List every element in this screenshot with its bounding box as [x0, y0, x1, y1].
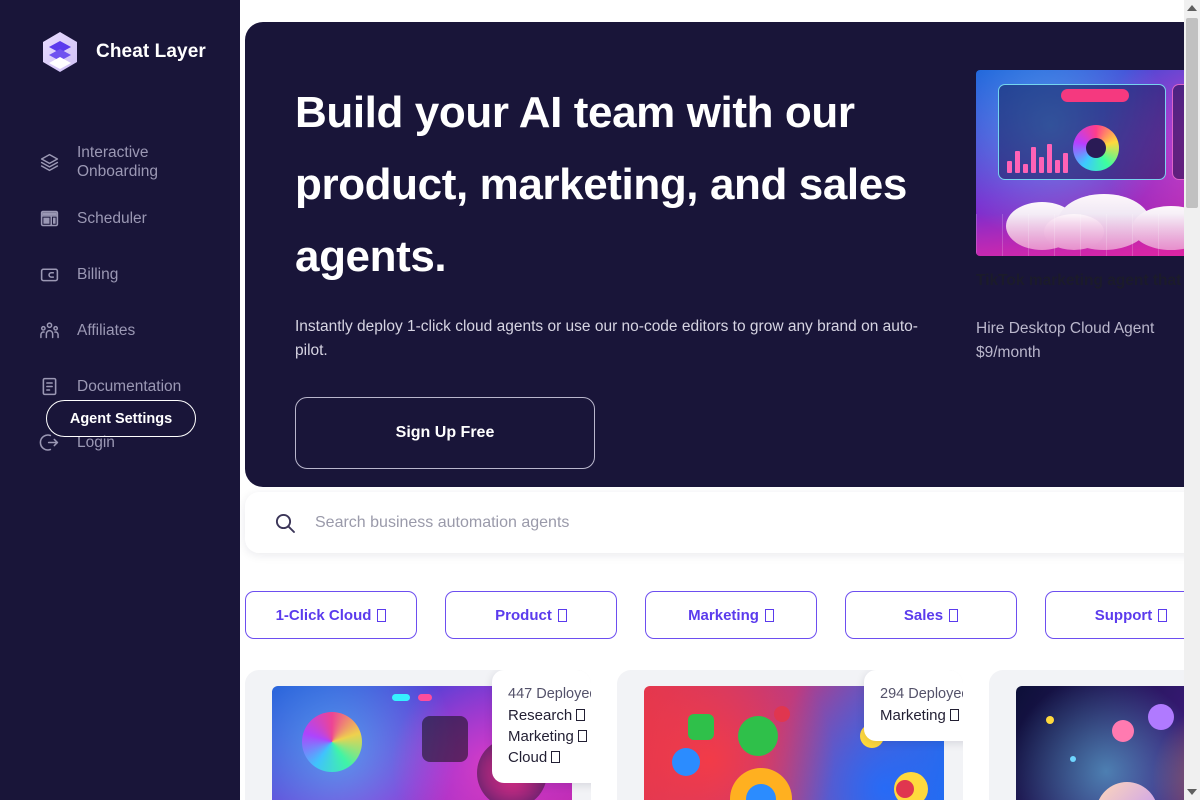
deployed-count: 447 Deployed [508, 686, 591, 702]
promo-badge-graphic [1061, 89, 1129, 102]
chip-label: 1-Click Cloud [275, 606, 372, 624]
deployed-count: 294 Deployed [880, 686, 963, 702]
promo-bar-chart-graphic [1007, 143, 1068, 173]
users-group-icon [38, 319, 60, 341]
sidebar: Cheat Layer Interactive Onboarding Sched… [0, 0, 240, 800]
scroll-down-arrow-icon[interactable] [1184, 784, 1200, 800]
filter-chip-1-click-cloud[interactable]: 1-Click Cloud [245, 591, 417, 639]
agent-card-tag-panel: 294 Deployed Marketing [864, 670, 963, 741]
missing-glyph-icon [1158, 608, 1168, 622]
filter-chip-row: 1-Click Cloud Product Marketing Sales Su… [245, 591, 1200, 639]
hero-subtitle: Instantly deploy 1-click cloud agents or… [295, 318, 918, 359]
agent-settings-button[interactable]: Agent Settings [46, 400, 196, 437]
agent-tag: Cloud [508, 747, 591, 768]
agent-tag: Marketing [880, 705, 963, 726]
agent-card-grid: 447 Deployed Research Marketing Cloud 29… [245, 670, 1200, 800]
filter-chip-sales[interactable]: Sales [845, 591, 1017, 639]
filter-chip-product[interactable]: Product [445, 591, 617, 639]
promo-hire-line: Hire Desktop Cloud Agent [976, 320, 1155, 337]
agent-card[interactable]: 447 Deployed Research Marketing Cloud [245, 670, 591, 800]
hero-text-block: Build your AI team with our product, mar… [295, 77, 935, 469]
agent-card[interactable]: 294 Deployed Marketing [617, 670, 963, 800]
sidebar-item-billing[interactable]: Billing [0, 254, 240, 294]
sidebar-item-label: Billing [77, 265, 119, 283]
agent-tag: Marketing [508, 726, 591, 747]
sidebar-item-affiliates[interactable]: Affiliates [0, 310, 240, 350]
chip-label: Product [495, 606, 552, 624]
brand[interactable]: Cheat Layer [0, 0, 240, 74]
sidebar-item-label: Affiliates [77, 321, 136, 339]
missing-glyph-icon [557, 608, 567, 622]
sign-up-free-button[interactable]: Sign Up Free [295, 397, 595, 469]
agent-card[interactable] [989, 670, 1200, 800]
sidebar-item-scheduler[interactable]: Scheduler [0, 198, 240, 238]
agent-card-image [1016, 686, 1200, 800]
sidebar-item-label: Interactive Onboarding [77, 144, 159, 180]
dashboard-layout-icon [38, 207, 60, 229]
promo-price: $9/month [976, 344, 1041, 361]
scrollbar-thumb[interactable] [1186, 18, 1198, 208]
search-input[interactable] [315, 513, 1200, 532]
promo-dashboard-graphic [998, 84, 1166, 180]
chip-label: Support [1094, 606, 1153, 624]
agent-card-tag-panel: 447 Deployed Research Marketing Cloud [492, 670, 591, 783]
promo-card[interactable]: TikTok TikTok marketing agent that creat… [976, 70, 1200, 365]
filter-chip-support[interactable]: Support [1045, 591, 1200, 639]
wallet-icon [38, 263, 60, 285]
layers-hexagon-logo-icon [38, 30, 82, 74]
brand-name: Cheat Layer [96, 41, 206, 62]
promo-donut-chart-graphic [1073, 125, 1119, 171]
missing-glyph-icon [377, 608, 387, 622]
chip-label: Sales [903, 606, 944, 624]
promo-image: TikTok [976, 70, 1200, 256]
app-root: Cheat Layer Interactive Onboarding Sched… [0, 0, 1200, 800]
agent-tag: Research [508, 705, 591, 726]
sidebar-item-label: Scheduler [77, 209, 147, 227]
chip-label: Marketing [688, 606, 759, 624]
promo-title: TikTok marketing agent that creates and … [976, 272, 1200, 289]
search-icon [273, 511, 297, 535]
hero-title: Build your AI team with our product, mar… [295, 88, 907, 281]
filter-chip-marketing[interactable]: Marketing [645, 591, 817, 639]
layers-icon [38, 151, 60, 173]
search-bar[interactable] [245, 492, 1200, 553]
scroll-up-arrow-icon[interactable] [1184, 0, 1200, 16]
main-content: Build your AI team with our product, mar… [240, 0, 1200, 800]
promo-grid-floor-graphic [976, 214, 1200, 256]
missing-glyph-icon [764, 608, 774, 622]
hero-banner: Build your AI team with our product, mar… [245, 22, 1200, 487]
document-list-icon [38, 375, 60, 397]
page-scrollbar[interactable] [1184, 0, 1200, 800]
missing-glyph-icon [949, 608, 959, 622]
sidebar-item-label: Documentation [77, 377, 182, 395]
sidebar-item-interactive-onboarding[interactable]: Interactive Onboarding [0, 142, 240, 182]
